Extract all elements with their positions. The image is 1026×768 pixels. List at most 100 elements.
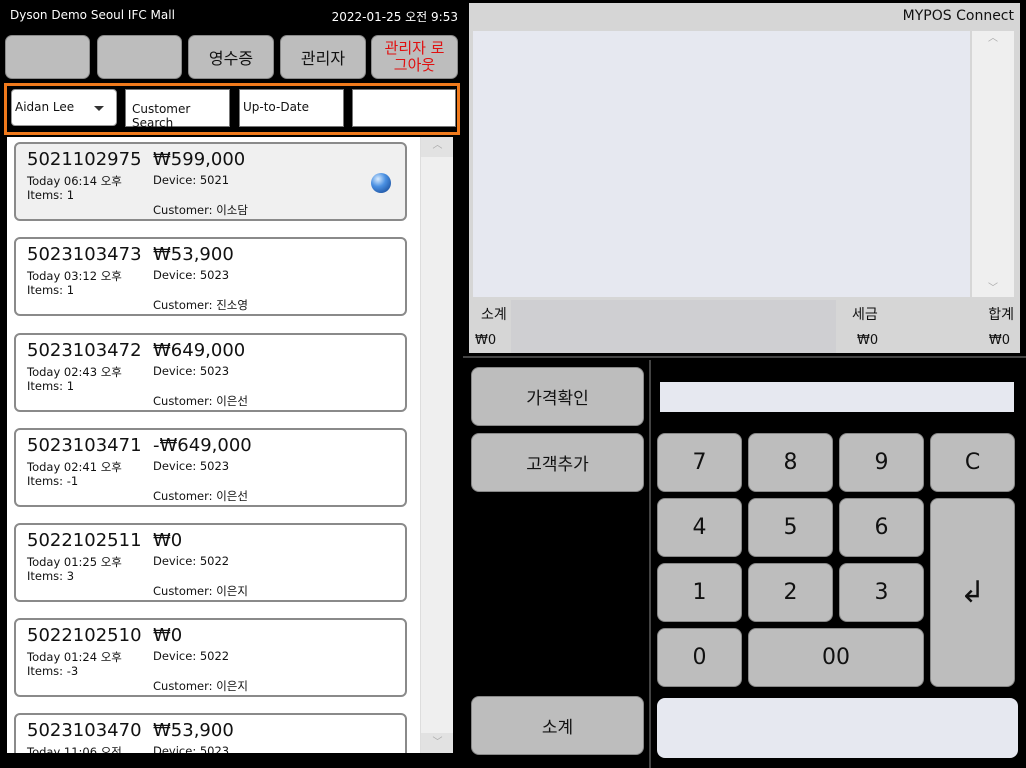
store-name: Dyson Demo Seoul IFC Mall [10,8,175,22]
total-value: ₩0 [988,333,1010,348]
key-6[interactable]: 6 [839,498,924,557]
filter-input[interactable] [352,89,456,127]
receipt-lines [473,31,970,297]
user-dropdown-value: Aidan Lee [15,100,75,114]
scroll-down-icon[interactable]: ﹀ [421,733,453,753]
transaction-amount: -₩649,000 [153,435,252,456]
transaction-customer: Customer: 이은지 [153,679,248,693]
transaction-list-scrollbar[interactable]: ︿ ﹀ [420,137,453,753]
user-dropdown[interactable]: Aidan Lee [11,89,117,126]
key-5[interactable]: 5 [748,498,833,557]
enter-key[interactable]: ↲ [930,498,1015,687]
tax-label: 세금 [852,307,878,323]
tax-value: ₩0 [857,333,879,348]
transaction-amount: ₩53,900 [153,720,234,741]
admin-button[interactable]: 관리자 [280,35,366,79]
transaction-items: Items: -1 [27,474,79,488]
receipt-button[interactable]: 영수증 [188,35,274,79]
transaction-items: Items: 1 [27,188,75,202]
key-9[interactable]: 9 [839,433,924,492]
transaction-time: Today 06:14 오후 [27,174,122,188]
divider [463,356,1026,358]
receipt-scrollbar[interactable]: ︿ ﹀ [972,31,1014,297]
transaction-amount: ₩599,000 [153,149,246,170]
summary-band [511,300,836,353]
add-customer-button[interactable]: 고객추가 [471,433,644,492]
transaction-number: 5022102511 [27,530,142,551]
transaction-time: Today 03:12 오후 [27,269,122,283]
receipt-panel: MYPOS Connect ︿ ﹀ 소계 세금 합계 ₩0 ₩0 ₩0 [469,3,1020,353]
transaction-items: Items: 3 [27,569,75,583]
subtotal-button[interactable]: 소계 [471,696,644,755]
transaction-items: Items: 1 [27,379,75,393]
key-4[interactable]: 4 [657,498,742,557]
transaction-device: Device: 5022 [153,649,230,663]
transaction-customer: Customer: 이은지 [153,584,248,598]
transaction-number: 5023103471 [27,435,142,456]
key-3[interactable]: 3 [839,563,924,622]
transaction-time: Today 02:43 오후 [27,365,122,379]
date-filter-button[interactable]: Up-to-Date [239,89,344,127]
transaction-customer: Customer: 진소영 [153,298,248,312]
transaction-items: Items: -3 [27,664,79,678]
transaction-customer: Customer: 이소담 [153,203,248,217]
receipt-title: MYPOS Connect [902,8,1014,24]
transaction-row[interactable]: 5023103471 -₩649,000 Today 02:41 오후 Item… [14,428,407,507]
transaction-amount: ₩0 [153,625,183,646]
key-clear[interactable]: C [930,433,1015,492]
transaction-time: Today 11:06 오전 [27,745,122,753]
transaction-device: Device: 5023 [153,268,230,282]
key-7[interactable]: 7 [657,433,742,492]
customer-search-button[interactable]: Customer Search [125,89,230,130]
top-button-1[interactable] [5,35,90,79]
transaction-customer: Customer: 이은선 [153,394,248,408]
scroll-up-icon[interactable]: ︿ [972,31,1014,47]
message-display [657,698,1018,758]
key-0[interactable]: 0 [657,628,742,687]
transaction-number: 5023103473 [27,244,142,265]
top-button-2[interactable] [97,35,182,79]
transaction-row[interactable]: 5023103470 ₩53,900 Today 11:06 오전 Device… [14,713,407,753]
scroll-up-icon[interactable]: ︿ [421,137,453,157]
transaction-panel: Dyson Demo Seoul IFC Mall 2022-01-25 오전 … [0,0,462,768]
enter-arrow-icon: ↲ [959,575,986,610]
key-2[interactable]: 2 [748,563,833,622]
transaction-customer: Customer: 이은선 [153,489,248,503]
scroll-down-icon[interactable]: ﹀ [972,281,1014,297]
key-1[interactable]: 1 [657,563,742,622]
transaction-row[interactable]: 5022102511 ₩0 Today 01:25 오후 Items: 3 De… [14,523,407,602]
admin-logout-button[interactable]: 관리자 로그아웃 [371,35,458,79]
transaction-device: Device: 5023 [153,459,230,473]
transaction-items: Items: 1 [27,283,75,297]
total-label: 합계 [988,307,1014,323]
chevron-down-icon [94,106,104,111]
current-datetime: 2022-01-25 오전 9:53 [331,10,458,24]
transaction-number: 5022102510 [27,625,142,646]
subtotal-label: 소계 [481,307,507,323]
transaction-row[interactable]: 5021102975 ₩599,000 Today 06:14 오후 Items… [14,142,407,221]
transaction-number: 5021102975 [27,149,142,170]
price-check-button[interactable]: 가격확인 [471,367,644,426]
transaction-time: Today 01:25 오후 [27,555,122,569]
transaction-list: 5021102975 ₩599,000 Today 06:14 오후 Items… [7,137,453,753]
transaction-row[interactable]: 5023103473 ₩53,900 Today 03:12 오후 Items:… [14,237,407,316]
transaction-row[interactable]: 5022102510 ₩0 Today 01:24 오후 Items: -3 D… [14,618,407,697]
title-bar: Dyson Demo Seoul IFC Mall 2022-01-25 오전 … [0,0,462,30]
transaction-number: 5023103470 [27,720,142,741]
transaction-device: Device: 5023 [153,744,230,753]
divider [649,360,651,768]
transaction-device: Device: 5021 [153,173,230,187]
keypad-display[interactable] [660,382,1014,412]
key-8[interactable]: 8 [748,433,833,492]
transaction-time: Today 01:24 오후 [27,650,122,664]
subtotal-value: ₩0 [475,333,497,348]
transaction-device: Device: 5022 [153,554,230,568]
transaction-amount: ₩53,900 [153,244,234,265]
transaction-row[interactable]: 5023103472 ₩649,000 Today 02:43 오후 Items… [14,333,407,412]
transaction-amount: ₩649,000 [153,340,246,361]
transaction-amount: ₩0 [153,530,183,551]
pos-panel: MYPOS Connect ︿ ﹀ 소계 세금 합계 ₩0 ₩0 ₩0 가격확인… [463,0,1026,768]
transaction-number: 5023103472 [27,340,142,361]
key-00[interactable]: 00 [748,628,924,687]
transaction-time: Today 02:41 오후 [27,460,122,474]
